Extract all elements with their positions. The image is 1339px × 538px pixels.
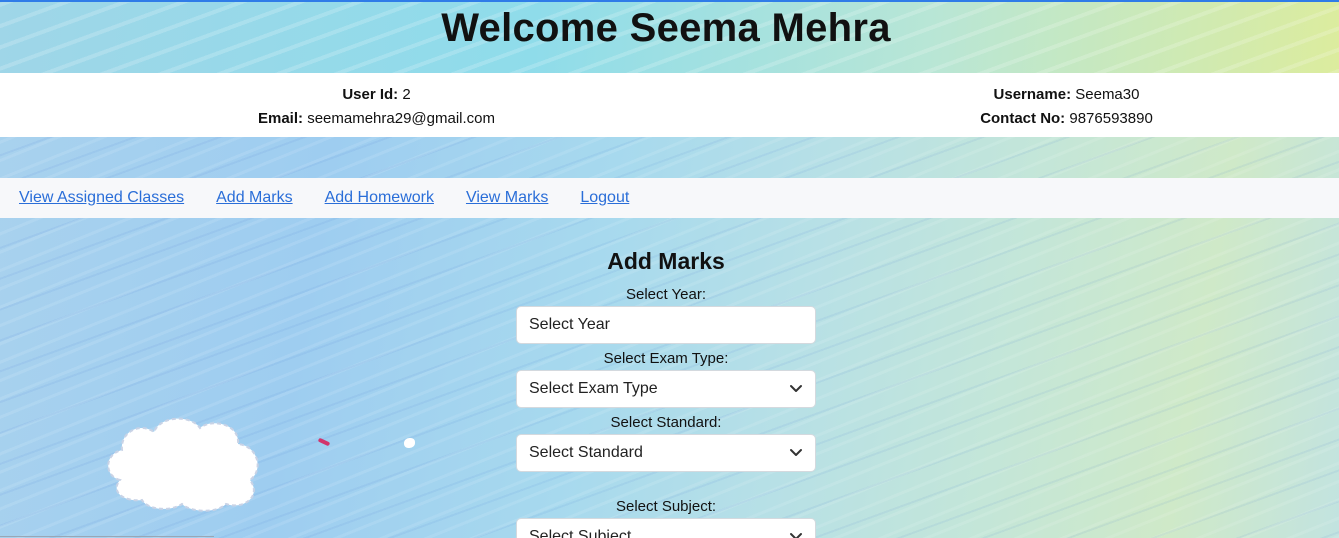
footer-divider [0,536,214,537]
add-marks-form: Add Marks Select Year: Select Year Selec… [516,240,816,538]
year-input[interactable]: Select Year [516,306,816,344]
year-value: Select Year [529,316,610,333]
standard-select[interactable]: Select Standard [516,434,816,472]
username-row: Username: Seema30 [900,83,1233,107]
contact-value: 9876593890 [1069,110,1153,127]
email-value: seemamehra29@gmail.com [307,110,495,127]
email-row: Email: seemamehra29@gmail.com [220,107,533,131]
standard-value: Select Standard [529,444,643,461]
main-nav: View Assigned Classes Add Marks Add Home… [0,178,1339,218]
profile-info-bar: User Id: 2 Email: seemamehra29@gmail.com… [0,73,1339,137]
email-label: Email: [258,110,304,127]
standard-label: Select Standard: [610,414,722,431]
nav-logout[interactable]: Logout [580,189,629,207]
user-id-label: User Id: [342,86,399,103]
exam-type-label: Select Exam Type: [603,350,729,367]
chevron-down-icon [789,371,803,407]
subject-label: Select Subject: [615,498,717,515]
decorative-speck [317,437,331,447]
contact-row: Contact No: 9876593890 [900,107,1233,131]
nav-add-homework[interactable]: Add Homework [325,189,434,207]
username-label: Username: [993,86,1072,103]
exam-type-select[interactable]: Select Exam Type [516,370,816,408]
profile-info-right: Username: Seema30 Contact No: 9876593890 [900,83,1233,131]
chevron-down-icon [789,519,803,538]
chevron-down-icon [789,435,803,471]
year-label: Select Year: [625,286,707,303]
user-id-row: User Id: 2 [220,83,533,107]
exam-type-value: Select Exam Type [529,380,658,397]
form-title: Add Marks [607,248,725,274]
decorative-speck [404,438,415,448]
nav-view-marks[interactable]: View Marks [466,189,548,207]
nav-add-marks[interactable]: Add Marks [216,189,292,207]
nav-view-assigned-classes[interactable]: View Assigned Classes [19,189,184,207]
profile-info-left: User Id: 2 Email: seemamehra29@gmail.com [220,83,533,131]
user-id-value: 2 [402,86,411,103]
welcome-title: Welcome Seema Mehra [441,6,891,50]
subject-value: Select Subject [529,528,632,538]
subject-select[interactable]: Select Subject [516,518,816,538]
contact-label: Contact No: [980,110,1066,127]
cloud-icon [107,417,259,512]
page-header: Welcome Seema Mehra [0,2,1339,73]
username-value: Seema30 [1075,86,1140,103]
